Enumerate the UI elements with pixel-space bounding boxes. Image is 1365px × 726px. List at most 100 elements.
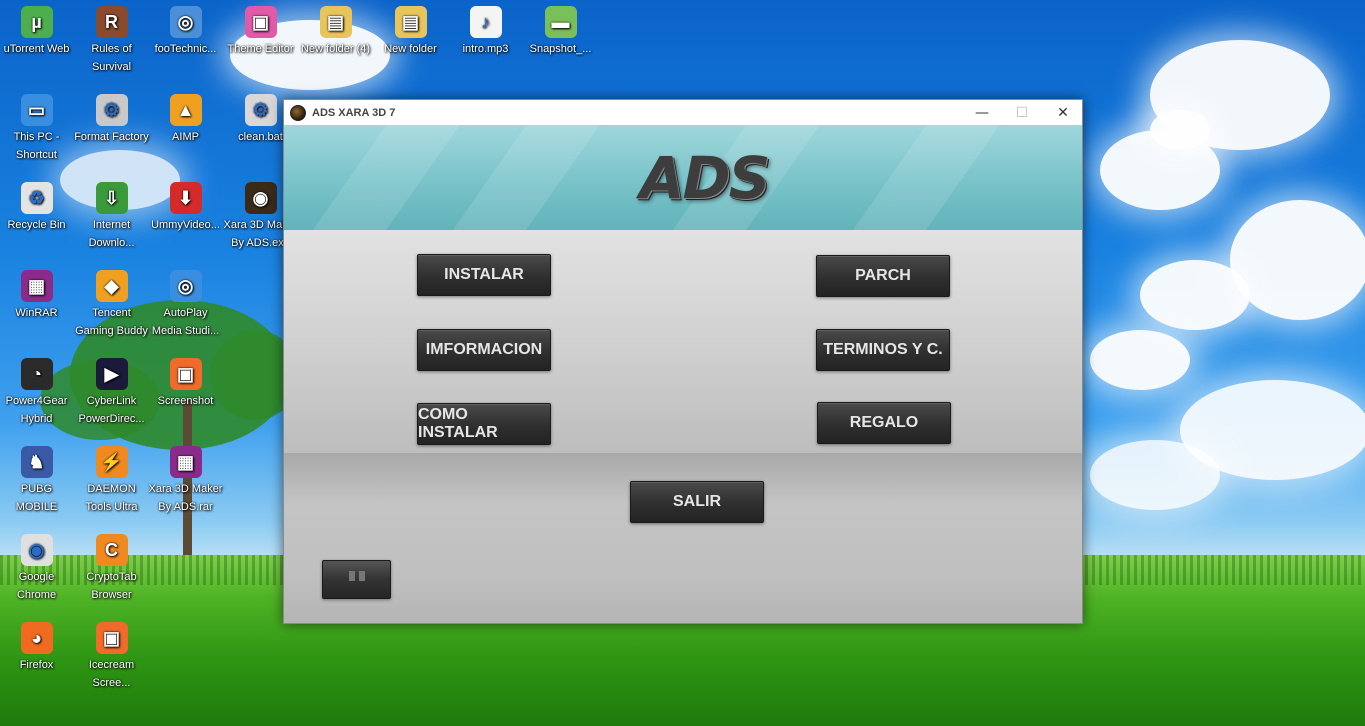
desktop-icon[interactable]: ▲ AIMP (148, 94, 223, 146)
desktop-icon-label: Snapshot_... (529, 43, 592, 55)
desktop-icon[interactable]: C CryptoTab Browser (74, 534, 149, 604)
desktop-icon[interactable]: ◕ Firefox (0, 622, 74, 674)
winrar-icon: ▦ (20, 270, 53, 302)
xara-ads-icon: ◉ (244, 182, 277, 214)
window-title: ADS XARA 3D 7 (312, 106, 396, 119)
autoplay-media-studio-icon: ◎ (169, 270, 202, 302)
desktop-icon-label: New folder (384, 43, 437, 55)
desktop-icon[interactable]: ▤ New folder (4) (298, 6, 373, 58)
desktop-icon-label: Recycle Bin (7, 219, 66, 231)
desktop-icon-label: AutoPlay Media Studi... (151, 307, 220, 337)
theme-editor-icon: ▣ (244, 6, 277, 38)
desktop-icon[interactable]: ⬇ UmmyVideo... (148, 182, 223, 234)
desktop-icon[interactable]: ◆ Tencent Gaming Buddy (74, 270, 149, 340)
desktop-icon-label: DAEMON Tools Ultra (85, 483, 138, 513)
desktop-icon-label: UmmyVideo... (151, 219, 220, 231)
desktop-icon-label: Icecream Scree... (88, 659, 135, 689)
internet-download-manager-icon: ⇩ (95, 182, 128, 214)
maximize-icon[interactable]: ☐ (1001, 100, 1043, 125)
regalo-button[interactable]: REGALO (817, 402, 951, 444)
desktop-icon[interactable]: ◉ Google Chrome (0, 534, 74, 604)
header-banner: ADS (284, 125, 1082, 230)
cryptotab-icon: C (95, 534, 128, 566)
desktop-icon[interactable]: µ uTorrent Web (0, 6, 74, 58)
desktop-icon-label: CyberLink PowerDirec... (78, 395, 145, 425)
minimize-icon[interactable]: — (961, 100, 1003, 125)
folder-icon: ▤ (394, 6, 427, 38)
desktop-icon[interactable]: ▣ Icecream Scree... (74, 622, 149, 692)
desktop-icon-label: fooTechnic... (154, 43, 217, 55)
screenshot-icon: ▣ (169, 358, 202, 390)
desktop-icon[interactable]: ⚡ DAEMON Tools Ultra (74, 446, 149, 516)
desktop-icon-label: WinRAR (15, 307, 58, 319)
desktop-icon[interactable]: ◎ AutoPlay Media Studi... (148, 270, 223, 340)
desktop-icon-label: Xara 3D Maker By ADS.rar (148, 483, 223, 513)
ads-logo: ADS (639, 144, 771, 212)
pause-button[interactable] (322, 560, 391, 599)
power4gear-icon: ◔ (20, 358, 53, 390)
desktop-icon[interactable]: ▦ WinRAR (0, 270, 74, 322)
informacion-button[interactable]: IMFORMACION (417, 329, 551, 371)
desktop-icon-label: uTorrent Web (3, 43, 70, 55)
desktop-icon[interactable]: ♞ PUBG MOBILE (0, 446, 74, 516)
desktop-icon-label: Power4Gear Hybrid (5, 395, 68, 425)
pubg-mobile-icon: ♞ (20, 446, 53, 478)
desktop-icon[interactable]: ▣ Screenshot (148, 358, 223, 410)
desktop-icon-label: New folder (4) (300, 43, 371, 55)
desktop-icon[interactable]: ⚙ Format Factory (74, 94, 149, 146)
desktop-icon-label: intro.mp3 (462, 43, 509, 55)
desktop-icon[interactable]: ◎ fooTechnic... (148, 6, 223, 58)
parch-button[interactable]: PARCH (816, 255, 950, 297)
close-icon[interactable]: ✕ (1042, 100, 1084, 125)
desktop-icon[interactable]: ♻ Recycle Bin (0, 182, 74, 234)
desktop-icon-label: Rules of Survival (91, 43, 132, 73)
desktop-icon-label: Theme Editor (227, 43, 294, 55)
image-file-icon: ▬ (544, 6, 577, 38)
desktop-icon-label: This PC - Shortcut (13, 131, 60, 161)
main-panel (284, 230, 1082, 453)
desktop-icon-label: Firefox (19, 659, 54, 671)
como-instalar-button[interactable]: COMO INSTALAR (417, 403, 551, 445)
terminos-button[interactable]: TERMINOS Y C. (816, 329, 950, 371)
desktop-icon-label: AIMP (172, 131, 199, 143)
aimp-icon: ▲ (169, 94, 202, 126)
desktop-icon[interactable]: ▬ Snapshot_... (523, 6, 598, 58)
desktop-icon-label: CryptoTab Browser (86, 571, 137, 601)
desktop-icon[interactable]: ▦ Xara 3D Maker By ADS.rar (148, 446, 223, 516)
this-pc-icon: ▭ (20, 94, 53, 126)
desktop-icon-label: Google Chrome (16, 571, 57, 601)
desktop-icon[interactable]: ▭ This PC - Shortcut (0, 94, 74, 164)
ummy-video-icon: ⬇ (169, 182, 202, 214)
cd-icon: ◎ (169, 6, 202, 38)
pause-icon (348, 570, 355, 581)
utorrent-icon: µ (20, 6, 53, 38)
desktop-icon[interactable]: ♪ intro.mp3 (448, 6, 523, 58)
desktop-icon[interactable]: R Rules of Survival (74, 6, 149, 76)
desktop-icon-label: Format Factory (74, 131, 149, 143)
format-factory-icon: ⚙ (95, 94, 128, 126)
window-titlebar[interactable]: ADS XARA 3D 7 — ☐ ✕ (284, 100, 1082, 125)
ads-xara-window: ADS XARA 3D 7 — ☐ ✕ ADS INSTALAR PARCH I… (283, 99, 1083, 624)
desktop-icon[interactable]: ◔ Power4Gear Hybrid (0, 358, 74, 428)
rules-of-survival-icon: R (95, 6, 128, 38)
desktop-icon[interactable]: ▶ CyberLink PowerDirec... (74, 358, 149, 428)
desktop-icon-label: Tencent Gaming Buddy (75, 307, 148, 337)
desktop-icon[interactable]: ▣ Theme Editor (223, 6, 298, 58)
desktop-icon-label: Internet Downlo... (88, 219, 135, 249)
powerdirector-icon: ▶ (95, 358, 128, 390)
mp3-file-icon: ♪ (469, 6, 502, 38)
tencent-gaming-buddy-icon: ◆ (95, 270, 128, 302)
desktop-icon[interactable]: ⇩ Internet Downlo... (74, 182, 149, 252)
firefox-icon: ◕ (20, 622, 53, 654)
batch-file-icon: ⚙ (244, 94, 277, 126)
recycle-bin-icon: ♻ (20, 182, 53, 214)
desktop-icon-label: Screenshot (157, 395, 214, 407)
chrome-icon: ◉ (20, 534, 53, 566)
desktop-icon[interactable]: ▤ New folder (373, 6, 448, 58)
salir-button[interactable]: SALIR (630, 481, 764, 523)
instalar-button[interactable]: INSTALAR (417, 254, 551, 296)
folder-icon: ▤ (319, 6, 352, 38)
icecream-screen-recorder-icon: ▣ (95, 622, 128, 654)
desktop-icon-label: PUBG MOBILE (15, 483, 58, 513)
app-icon (290, 104, 306, 121)
